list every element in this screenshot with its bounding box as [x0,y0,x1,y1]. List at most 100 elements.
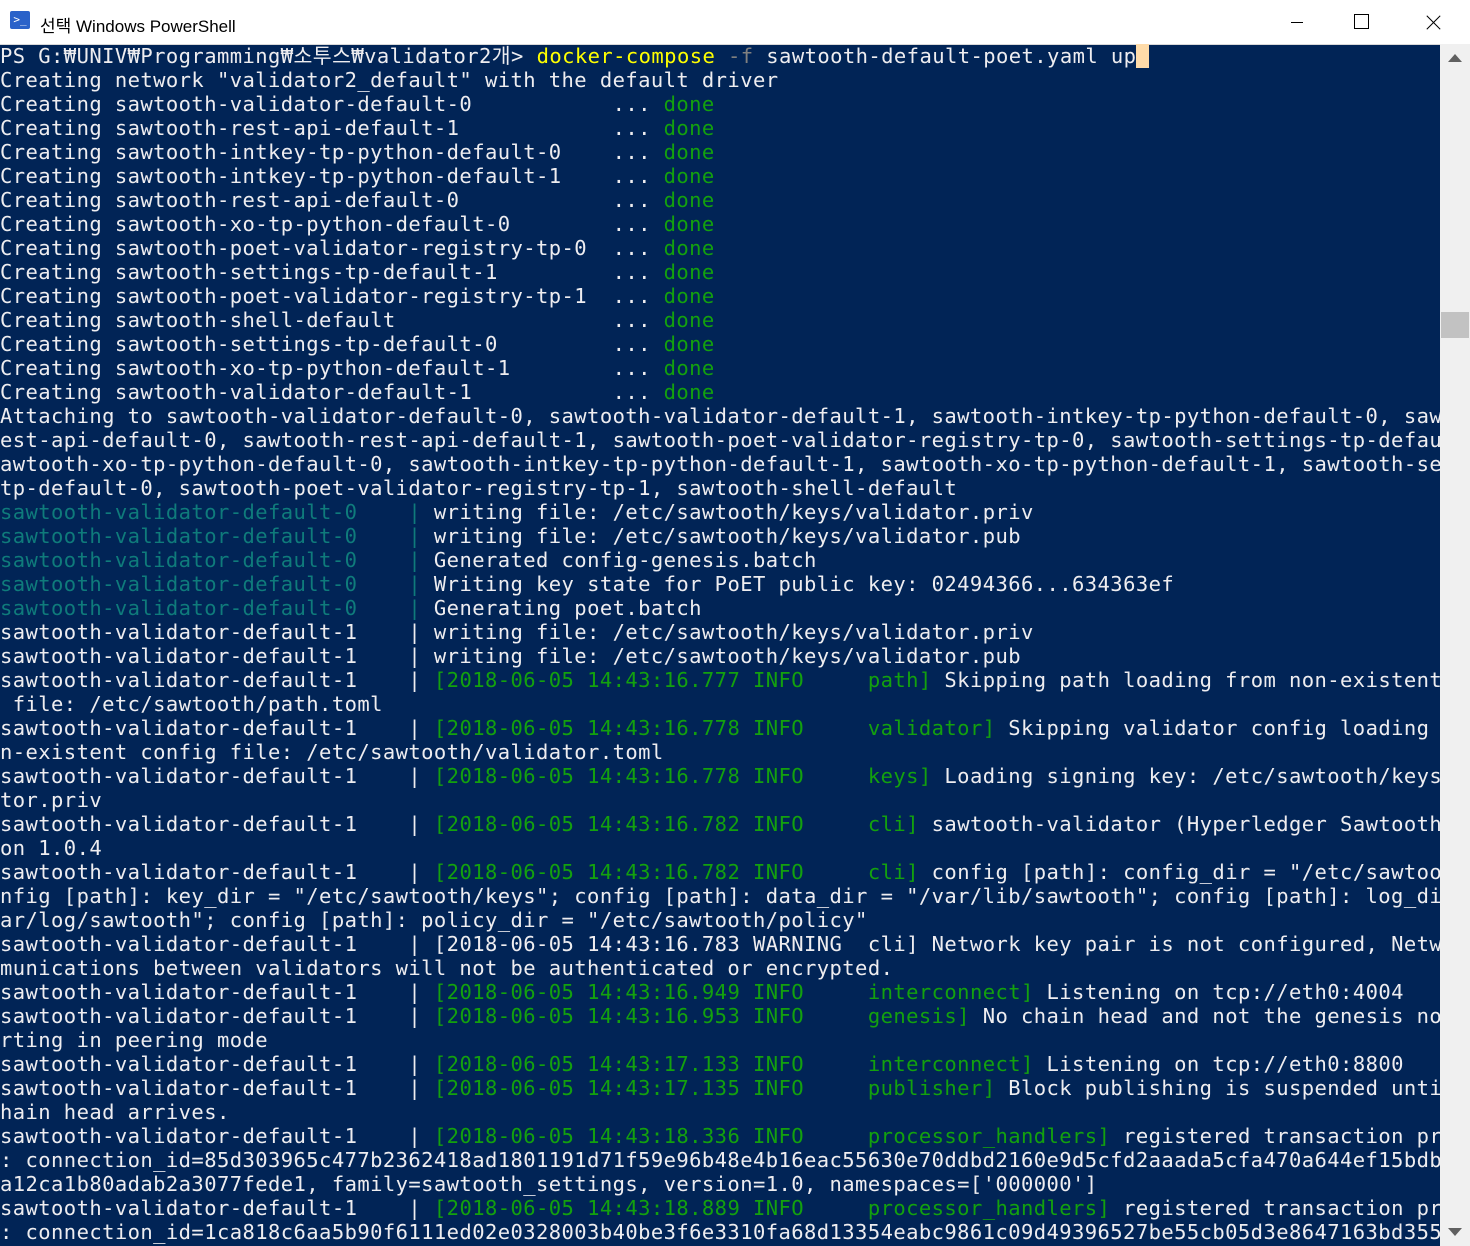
close-button[interactable] [1398,0,1470,44]
log-line: sawtooth-validator-default-1 | [2018-06-… [0,812,1440,836]
log-module: processor_handlers] [867,1124,1111,1148]
log-timestamp: [2018-06-05 14:43:18.336 INFO [433,1124,868,1148]
creating-line: Creating sawtooth-validator-default-1 ..… [0,380,1440,404]
creating-line: Creating sawtooth-settings-tp-default-1 … [0,260,1440,284]
log-module: validator] [867,716,996,740]
creating-line: Creating sawtooth-rest-api-default-0 ...… [0,188,1440,212]
log-source: sawtooth-validator-default-1 | [0,716,434,740]
creating-service: Creating sawtooth-settings-tp-default-0 … [0,332,664,356]
log-separator: | [408,524,434,548]
attaching-block: Attaching to sawtooth-validator-default-… [0,404,1440,500]
log-line: sawtooth-validator-default-1 | [2018-06-… [0,764,1440,788]
creating-line: Creating sawtooth-intkey-tp-python-defau… [0,164,1440,188]
log-continuation: : connection_id=1ca818c6aa5b90f6111ed02e… [0,1220,1440,1244]
log-source: sawtooth-validator-default-1 | [0,1196,434,1220]
log-line: sawtooth-validator-default-1 | [2018-06-… [0,668,1440,692]
log-message: Skipping validator config loading from n… [1008,716,1430,740]
minimize-button[interactable] [1262,0,1330,44]
creating-service: Creating sawtooth-intkey-tp-python-defau… [0,140,664,164]
log-separator: | [408,500,434,524]
log-timestamp: [2018-06-05 14:43:16.953 INFO [433,1004,868,1028]
log-message: writing file: /etc/sawtooth/keys/validat… [433,524,1021,548]
log-source: sawtooth-validator-default-0 [0,572,409,596]
creating-line: Creating sawtooth-rest-api-default-1 ...… [0,116,1440,140]
log-continuation: nfig [path]: key_dir = "/etc/sawtooth/ke… [0,884,1440,908]
log-line: sawtooth-validator-default-1 | [2018-06-… [0,860,1440,884]
title-bar[interactable]: >_ 선택 Windows PowerShell [0,0,1470,45]
log-message: Skipping path loading from non-existent … [944,668,1440,692]
log-message: Block publishing is suspended until new … [1008,1076,1440,1100]
vertical-scrollbar[interactable] [1440,44,1470,1246]
maximize-button[interactable] [1330,0,1398,44]
creating-service: Creating sawtooth-poet-validator-registr… [0,236,664,260]
scroll-up-icon[interactable] [1448,54,1462,62]
creating-service: Creating sawtooth-poet-validator-registr… [0,284,664,308]
log-continuation: rting in peering mode [0,1028,269,1052]
creating-list: Creating sawtooth-validator-default-0 ..… [0,92,1440,404]
creating-service: Creating sawtooth-rest-api-default-0 ... [0,188,664,212]
creating-line: Creating sawtooth-validator-default-0 ..… [0,92,1440,116]
creating-line: Creating sawtooth-poet-validator-registr… [0,284,1440,308]
log-source: sawtooth-validator-default-1 | [0,1124,434,1148]
creating-service: Creating sawtooth-validator-default-0 ..… [0,92,664,116]
log-line: sawtooth-validator-default-0 | writing f… [0,524,1440,548]
log-message: [2018-06-05 14:43:16.783 WARNING cli] Ne… [433,932,1440,956]
status-done: done [663,164,715,188]
log-source: sawtooth-validator-default-1 | [0,812,434,836]
creating-line: Creating sawtooth-intkey-tp-python-defau… [0,140,1440,164]
log-line: sawtooth-validator-default-1 | [2018-06-… [0,1004,1440,1028]
log-line: sawtooth-validator-default-1 | writing f… [0,620,1034,644]
log-separator: | [408,596,434,620]
creating-service: Creating sawtooth-shell-default ... [0,308,664,332]
powershell-window: >_ 선택 Windows PowerShell PS G:₩UNIV₩Prog… [0,0,1470,1246]
status-done: done [663,116,715,140]
command-flag: -f [715,44,754,68]
log-line: sawtooth-validator-default-1 | [2018-06-… [0,1052,1440,1076]
scroll-down-icon[interactable] [1448,1228,1462,1236]
log-source: sawtooth-validator-default-1 | [0,1004,434,1028]
command-name: docker-compose [536,44,716,68]
log-timestamp: [2018-06-05 14:43:16.778 INFO [433,716,868,740]
creating-service: Creating sawtooth-xo-tp-python-default-1… [0,356,664,380]
log-source: sawtooth-validator-default-1 | [0,668,434,692]
log-module: processor_handlers] [867,1196,1111,1220]
console-output[interactable]: PS G:₩UNIV₩Programming₩소투스₩validator2개> … [0,44,1440,1246]
log-separator: | [408,548,434,572]
log-timestamp: [2018-06-05 14:43:16.778 INFO [433,764,868,788]
attaching-line: Attaching to sawtooth-validator-default-… [0,404,1440,428]
attaching-line: awtooth-xo-tp-python-default-0, sawtooth… [0,452,1440,476]
log-message: registered transaction processor [1123,1196,1440,1220]
attaching-line: est-api-default-0, sawtooth-rest-api-def… [0,428,1440,452]
status-done: done [663,212,715,236]
powershell-icon[interactable]: >_ [10,11,30,29]
log-line: sawtooth-validator-default-1 | [2018-06-… [0,1124,1440,1148]
creating-line: Creating sawtooth-shell-default ... done [0,308,1440,332]
creating-service: Creating sawtooth-xo-tp-python-default-0… [0,212,664,236]
log-module: cli] [867,860,919,884]
log-timestamp: [2018-06-05 14:43:16.782 INFO [433,860,868,884]
log-message: config [path]: config_dir = "/etc/sawtoo… [931,860,1440,884]
log-source: sawtooth-validator-default-0 [0,596,409,620]
status-done: done [663,380,715,404]
window-title: 선택 Windows PowerShell [40,17,236,36]
command-args: sawtooth-default-poet.yaml up [753,44,1137,68]
log-source: sawtooth-validator-default-1 | [0,1052,434,1076]
log-timestamp: [2018-06-05 14:43:17.135 INFO [433,1076,868,1100]
log-message: Listening on tcp://eth0:8800 [1033,1052,1404,1076]
prompt-path: PS G:₩UNIV₩Programming₩소투스₩validator2개> [0,44,537,68]
prompt-line: PS G:₩UNIV₩Programming₩소투스₩validator2개> … [0,44,1440,68]
log-module: interconnect] [867,1052,1034,1076]
log-module: interconnect] [867,980,1034,1004]
log-timestamp: [2018-06-05 14:43:16.782 INFO [433,812,868,836]
network-line: Creating network "validator2_default" wi… [0,68,779,92]
creating-service: Creating sawtooth-intkey-tp-python-defau… [0,164,664,188]
log-timestamp: [2018-06-05 14:43:16.777 INFO [433,668,868,692]
log-timestamp: [2018-06-05 14:43:18.889 INFO [433,1196,868,1220]
log-message: Generating poet.batch [433,596,702,620]
log-module: path] [867,668,932,692]
creating-line: Creating sawtooth-xo-tp-python-default-0… [0,212,1440,236]
log-continuation: : connection_id=85d303965c477b2362418ad1… [0,1148,1440,1172]
creating-service: Creating sawtooth-validator-default-1 ..… [0,380,664,404]
scroll-thumb[interactable] [1441,312,1469,338]
creating-service: Creating sawtooth-rest-api-default-1 ... [0,116,664,140]
